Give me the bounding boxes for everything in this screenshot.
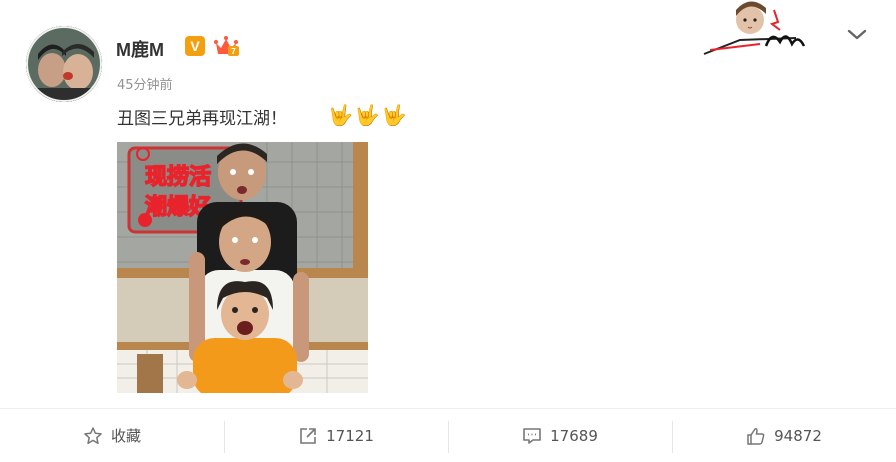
fan-badge-decoration (703, 1, 806, 55)
like-count: 94872 (774, 426, 822, 445)
comment-button[interactable]: 17689 (448, 409, 672, 462)
weibo-post-card: M鹿M V 7 45分钟前 丑图三兄弟再现江湖！ 🤟 🤟 🤟 现捞活 潮爆好 收… (0, 0, 896, 462)
sign-text-line1: 现捞活 (145, 165, 211, 190)
member-crown-icon[interactable]: 7 (213, 35, 239, 57)
author-avatar[interactable] (26, 26, 102, 102)
star-icon (84, 426, 102, 444)
author-name[interactable]: M鹿M (116, 36, 164, 62)
post-photo-drawing: 现捞活 潮爆好 (117, 142, 368, 393)
comment-count: 17689 (550, 426, 598, 445)
favorite-label: 收藏 (110, 427, 141, 445)
favorite-button[interactable]: 收藏 (0, 409, 224, 462)
post-image[interactable]: 现捞活 潮爆好 (117, 142, 368, 393)
repost-count: 17121 (326, 426, 374, 445)
like-button[interactable]: 94872 (672, 409, 896, 462)
post-text: 丑图三兄弟再现江湖！ (117, 109, 287, 129)
share-icon (300, 427, 316, 444)
verified-badge-icon: V (185, 36, 205, 56)
rock-hand-emoji-icon: 🤟 (328, 103, 353, 127)
avatar-ring (26, 26, 102, 102)
repost-button[interactable]: 17121 (224, 409, 448, 462)
svg-text:7: 7 (231, 47, 236, 56)
post-timestamp[interactable]: 45分钟前 (117, 74, 173, 93)
action-bar: 收藏 17121 17689 94872 (0, 408, 896, 462)
thumbs-up-icon (747, 427, 765, 445)
comment-icon (523, 427, 541, 444)
emoji-row: 🤟 🤟 🤟 (328, 102, 407, 128)
rock-hand-emoji-icon: 🤟 (381, 103, 407, 127)
chevron-down-icon[interactable] (844, 24, 870, 44)
rock-hand-emoji-icon: 🤟 (354, 103, 380, 127)
